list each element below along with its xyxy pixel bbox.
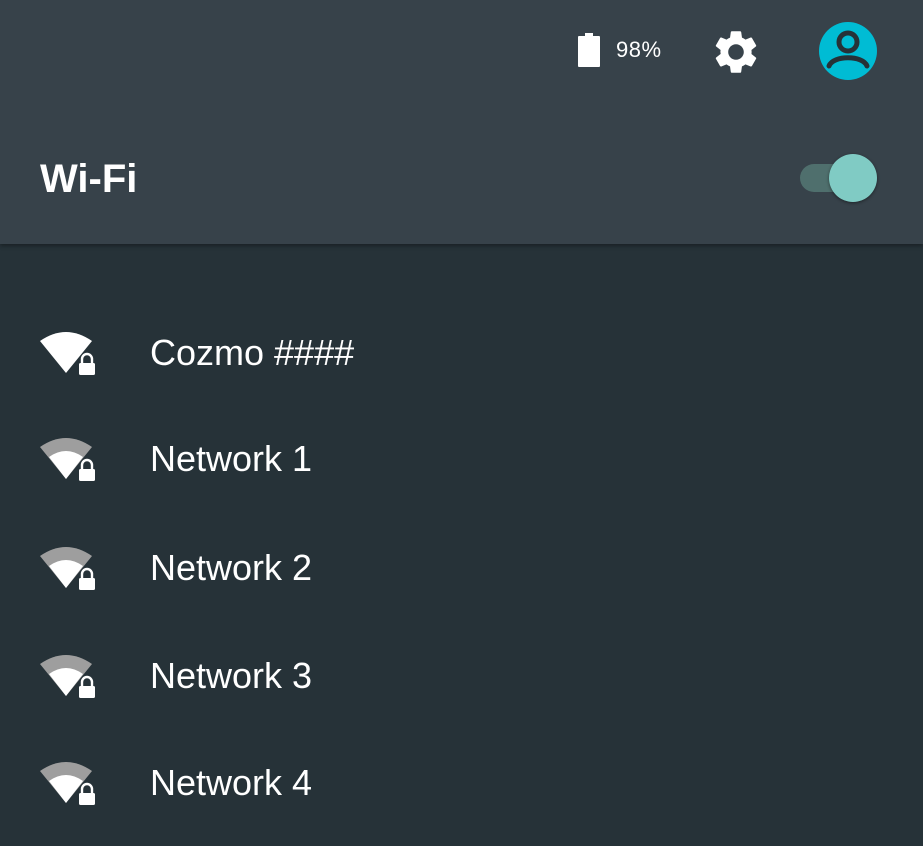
list-item[interactable]: Network 4 bbox=[0, 730, 923, 830]
gear-icon[interactable] bbox=[710, 26, 762, 78]
status-bar: 98% bbox=[0, 0, 923, 100]
list-item[interactable]: Network 3 bbox=[0, 623, 923, 723]
wifi-toggle[interactable] bbox=[798, 154, 880, 202]
account-circle-icon[interactable] bbox=[819, 22, 877, 80]
network-name: Cozmo #### bbox=[150, 332, 355, 373]
wifi-lock-icon bbox=[40, 438, 95, 481]
network-name: Network 3 bbox=[150, 655, 313, 696]
wifi-lock-icon bbox=[40, 547, 95, 590]
wifi-lock-icon bbox=[40, 332, 95, 375]
wifi-lock-icon bbox=[40, 762, 95, 805]
list-item[interactable]: Cozmo #### bbox=[0, 300, 923, 400]
battery-percentage: 98% bbox=[616, 37, 662, 62]
network-name: Network 4 bbox=[150, 762, 313, 803]
network-name: Network 2 bbox=[150, 547, 313, 588]
network-name: Network 1 bbox=[150, 438, 313, 479]
battery-full-icon bbox=[578, 33, 600, 67]
app-bar: 98% Wi-Fi bbox=[0, 0, 923, 244]
list-item[interactable]: Network 2 bbox=[0, 515, 923, 615]
wifi-lock-icon bbox=[40, 655, 95, 698]
page-title: Wi-Fi bbox=[40, 157, 138, 201]
list-item[interactable]: Network 1 bbox=[0, 406, 923, 506]
toggle-thumb bbox=[829, 154, 877, 202]
